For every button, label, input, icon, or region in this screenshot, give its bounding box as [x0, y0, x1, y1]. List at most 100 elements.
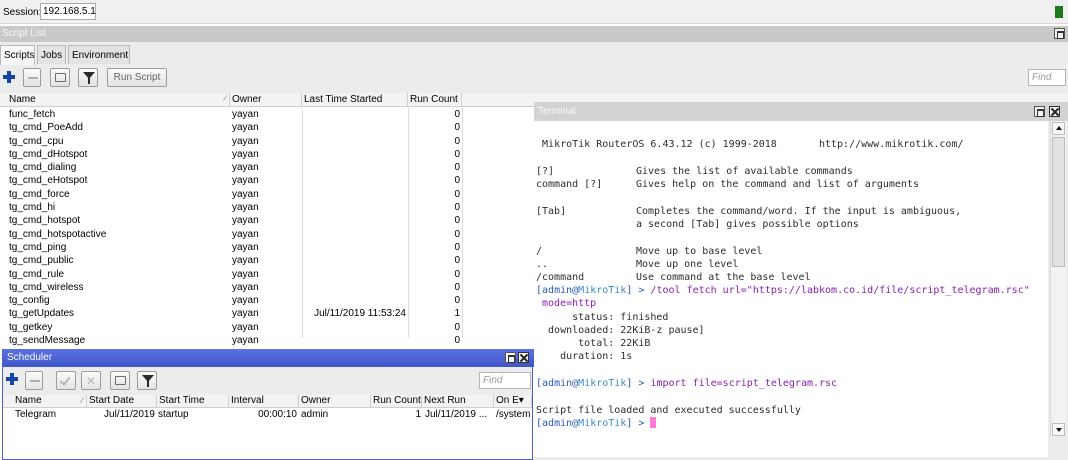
terminal-output[interactable]: MikroTik RouterOS 6.43.12 (c) 1999-2018 …	[534, 121, 1048, 457]
table-row[interactable]: tg_cmd_ping yayan 0	[0, 241, 532, 254]
cell-last-time-started	[304, 321, 406, 334]
column-header-start-date[interactable]: Start Date	[87, 395, 157, 408]
table-row[interactable]: tg_cmd_PoeAdd yayan 0	[0, 121, 532, 134]
help-line: [Tab] Completes the command/word. If the …	[536, 206, 962, 217]
table-row[interactable]: tg_cmd_force yayan 0	[0, 188, 532, 201]
column-header-run-count[interactable]: Run Count	[408, 93, 462, 107]
cell-start-date: Jul/11/2019	[104, 409, 155, 420]
cell-last-time-started	[304, 121, 406, 134]
close-icon[interactable]	[1049, 106, 1060, 117]
table-row[interactable]: tg_cmd_hotspotactive yayan 0	[0, 228, 532, 241]
cell-last-time-started	[304, 281, 406, 294]
cell-last-time-started	[304, 201, 406, 214]
script-toolbar: Run Script Find	[0, 67, 1068, 89]
cell-name: tg_cmd_rule	[9, 268, 65, 280]
column-header-on-event[interactable]: On E▾	[494, 395, 532, 408]
column-header-interval[interactable]: Interval	[229, 395, 299, 408]
maximize-icon[interactable]	[1054, 28, 1065, 39]
sort-arrow-icon: ∕	[81, 396, 83, 405]
tab-scripts[interactable]: Scripts	[0, 45, 35, 65]
table-row[interactable]: tg_cmd_dialing yayan 0	[0, 161, 532, 174]
column-header-name[interactable]: Name ∕	[7, 93, 230, 107]
comment-button[interactable]	[110, 371, 130, 390]
comment-icon	[55, 73, 66, 82]
table-row[interactable]: tg_config yayan 0	[0, 294, 532, 307]
cell-owner: yayan	[232, 175, 259, 187]
table-row[interactable]: tg_cmd_wireless yayan 0	[0, 281, 532, 294]
cell-owner: yayan	[232, 335, 259, 347]
filter-button[interactable]	[137, 371, 157, 390]
cell-last-time-started	[304, 188, 406, 201]
cell-name: func_fetch	[9, 109, 56, 120]
table-row[interactable]: tg_getUpdates yayan Jul/11/2019 11:53:24 1	[0, 307, 532, 320]
close-icon[interactable]	[518, 352, 529, 363]
column-header-next-run[interactable]: Next Run	[422, 395, 494, 408]
table-row[interactable]: tg_cmd_hotspot yayan 0	[0, 214, 532, 227]
help-line: /command Use command at the base level	[536, 272, 811, 283]
column-header-name[interactable]: Name ∕	[13, 395, 87, 408]
table-row[interactable]: tg_cmd_dHotspot yayan 0	[0, 148, 532, 161]
disable-x-icon: ✕	[86, 374, 97, 388]
column-header-last-time-started[interactable]: Last Time Started	[302, 93, 408, 107]
table-row[interactable]: tg_getkey yayan 0	[0, 321, 532, 334]
add-icon[interactable]	[2, 70, 16, 84]
terminal-banner: MikroTik RouterOS 6.43.12 (c) 1999-2018 …	[542, 139, 964, 150]
cell-run-count: 0	[454, 188, 460, 200]
column-header-start-time[interactable]: Start Time	[157, 395, 229, 408]
tab-jobs[interactable]: Jobs	[37, 45, 66, 64]
column-header-run-count[interactable]: Run Count	[371, 395, 422, 408]
script-list-titlebar[interactable]: Script List	[0, 26, 1068, 42]
result-line: Script file loaded and executed successf…	[536, 405, 801, 416]
filter-button[interactable]	[78, 68, 98, 87]
cell-owner: yayan	[232, 241, 259, 253]
cursor	[650, 417, 657, 428]
scroll-up-icon[interactable]	[1052, 122, 1065, 135]
scheduler-titlebar[interactable]: Scheduler	[3, 349, 534, 367]
remove-button[interactable]	[25, 371, 43, 390]
run-script-button[interactable]: Run Script	[107, 68, 167, 87]
prompt-line[interactable]: [admin@MikroTik] >	[536, 417, 657, 430]
disable-button[interactable]: ✕	[81, 371, 101, 390]
cell-last-time-started: Jul/11/2019 11:53:24	[314, 308, 406, 320]
cell-last-time-started	[304, 268, 406, 281]
enable-button[interactable]	[56, 371, 76, 390]
scroll-down-icon[interactable]	[1052, 423, 1065, 436]
cell-run-count: 0	[454, 295, 460, 307]
terminal-titlebar[interactable]: Terminal	[534, 102, 1068, 121]
cell-run-count: 1	[415, 409, 421, 420]
table-row[interactable]: tg_cmd_cpu yayan 0	[0, 135, 532, 148]
run-script-label: Run Script	[113, 72, 161, 83]
sort-arrow-icon: ∕	[224, 94, 226, 103]
cell-interval: 00:00:10	[258, 409, 297, 420]
table-row[interactable]: tg_cmd_hi yayan 0	[0, 201, 532, 214]
tab-environment[interactable]: Environment	[68, 45, 130, 64]
table-row[interactable]: Telegram Jul/11/2019 startup 00:00:10 ad…	[3, 409, 532, 421]
cell-last-time-started	[304, 148, 406, 161]
remove-button[interactable]	[23, 68, 41, 87]
maximize-icon[interactable]	[1034, 106, 1045, 117]
cell-last-time-started	[304, 254, 406, 267]
add-icon[interactable]	[5, 372, 19, 386]
session-address-field[interactable]: 192.168.5.1	[40, 3, 96, 20]
comment-icon	[115, 376, 126, 385]
table-row[interactable]: tg_cmd_eHotspot yayan 0	[0, 174, 532, 187]
table-row[interactable]: tg_cmd_rule yayan 0	[0, 268, 532, 281]
column-header-owner[interactable]: Owner	[230, 93, 302, 107]
find-input[interactable]: Find	[1028, 69, 1066, 86]
table-row[interactable]: tg_cmd_public yayan 0	[0, 254, 532, 267]
maximize-icon[interactable]	[505, 352, 516, 363]
help-line: a second [Tab] gives possible options	[636, 219, 859, 230]
cell-owner: yayan	[232, 268, 259, 280]
cell-name: tg_cmd_wireless	[9, 281, 84, 293]
column-header-owner[interactable]: Owner	[299, 395, 371, 408]
fetch-output-line: status: finished	[536, 312, 669, 323]
find-input[interactable]: Find	[479, 372, 531, 389]
scroll-thumb[interactable]	[1052, 137, 1065, 267]
terminal-scrollbar[interactable]	[1050, 121, 1066, 436]
cell-start-time: startup	[158, 409, 189, 420]
cell-owner: yayan	[232, 148, 259, 160]
connection-status-indicator	[1055, 6, 1063, 18]
comment-button[interactable]	[50, 68, 70, 87]
table-row[interactable]: tg_sendMessage yayan 0	[0, 334, 532, 347]
table-row[interactable]: func_fetch yayan 0	[0, 108, 532, 121]
